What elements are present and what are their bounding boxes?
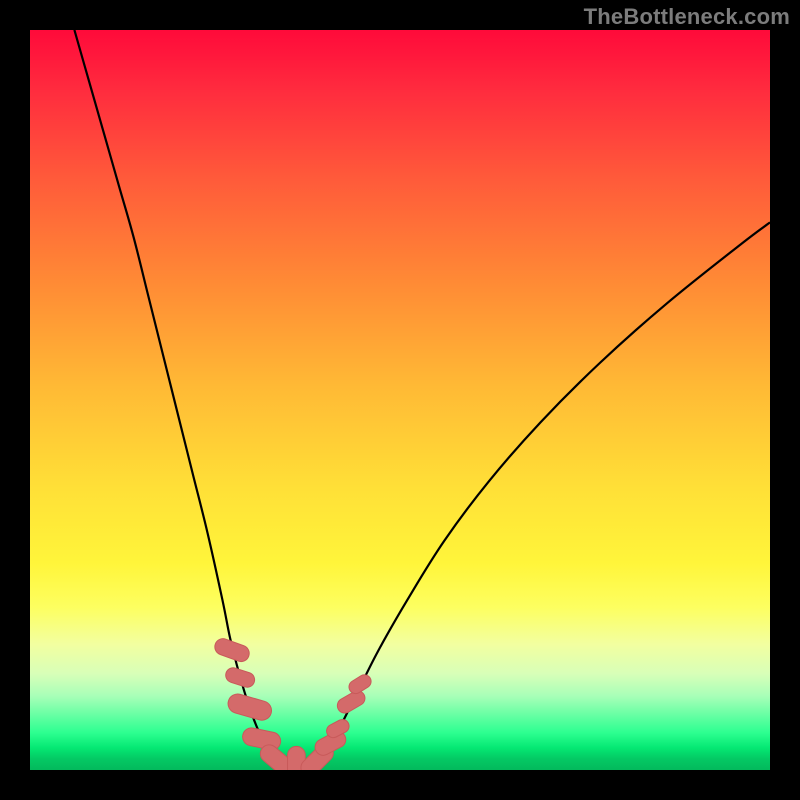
curve-marker	[213, 636, 252, 663]
bottleneck-right-curve	[311, 222, 770, 764]
watermark-text: TheBottleneck.com	[584, 4, 790, 30]
plot-area	[30, 30, 770, 770]
bottleneck-markers	[213, 636, 374, 770]
bottleneck-left-curve	[74, 30, 281, 764]
chart-frame: TheBottleneck.com	[0, 0, 800, 800]
curve-layer	[30, 30, 770, 770]
curve-marker	[226, 692, 274, 723]
curve-marker	[346, 672, 373, 696]
curve-marker	[224, 666, 257, 689]
